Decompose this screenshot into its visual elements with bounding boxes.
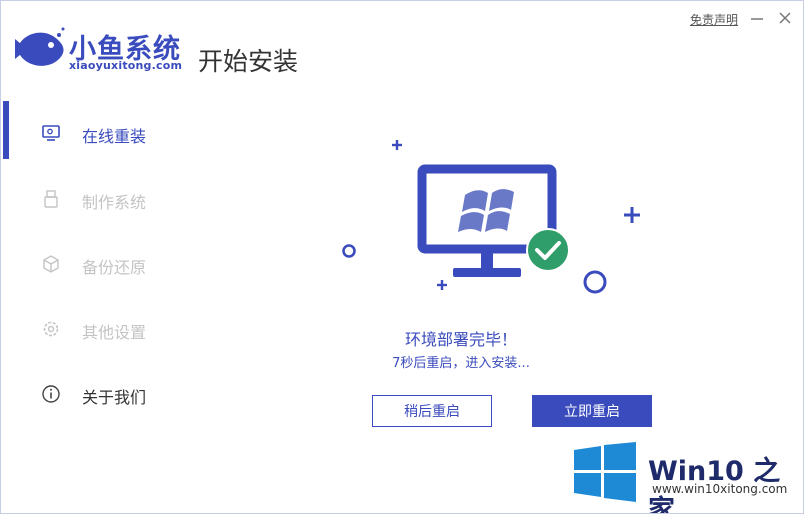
- box-icon: [43, 255, 59, 273]
- info-icon: [42, 385, 60, 403]
- sidebar-item-label: 其他设置: [82, 323, 147, 342]
- sidebar-item-other-settings[interactable]: 其他设置: [1, 307, 201, 347]
- installer-window: 小鱼系统 xiaoyuxitong.com 开始安装 免责声明 在线重装 制作系…: [0, 0, 804, 514]
- windows-logo-icon: [458, 189, 514, 232]
- sidebar-item-label: 在线重装: [82, 127, 147, 146]
- disclaimer-link[interactable]: 免责声明: [690, 11, 738, 28]
- sidebar-item-backup-restore[interactable]: 备份还原: [1, 242, 201, 282]
- sidebar-item-online-reinstall[interactable]: 在线重装: [1, 101, 201, 159]
- windows-watermark-icon: [574, 442, 636, 502]
- sidebar-item-label: 备份还原: [82, 258, 147, 277]
- sidebar-item-label: 制作系统: [82, 193, 147, 212]
- gear-icon: [43, 321, 59, 337]
- ring-icon: [342, 244, 356, 258]
- countdown-text: 7秒后重启，进入安装...: [392, 356, 530, 371]
- install-complete-illustration: [342, 140, 640, 294]
- minus-icon[interactable]: [749, 10, 765, 26]
- monitor-icon: [42, 125, 60, 141]
- fish-logo-icon: [15, 27, 65, 66]
- page-title: 开始安装: [198, 47, 299, 76]
- close-icon[interactable]: [777, 10, 793, 26]
- sidebar-item-about-us[interactable]: 关于我们: [1, 372, 201, 412]
- sidebar: 在线重装 制作系统 备份还原 其他设置 关于我们: [1, 101, 201, 431]
- check-circle-icon: [526, 228, 570, 272]
- status-title: 环境部署完毕！: [404, 330, 517, 349]
- restart-later-button[interactable]: 稍后重启: [372, 395, 492, 427]
- active-indicator: [3, 101, 9, 159]
- plus-icon: [437, 280, 447, 290]
- plus-icon: [624, 207, 640, 223]
- sidebar-item-label: 关于我们: [82, 388, 147, 407]
- plus-icon: [392, 140, 402, 150]
- ring-icon: [583, 270, 607, 294]
- usb-icon: [44, 190, 58, 208]
- sidebar-item-make-system[interactable]: 制作系统: [1, 177, 201, 217]
- brand-url: xiaoyuxitong.com: [69, 59, 183, 72]
- watermark-url: www.win10xitong.com: [652, 482, 788, 496]
- restart-now-button[interactable]: 立即重启: [532, 395, 652, 427]
